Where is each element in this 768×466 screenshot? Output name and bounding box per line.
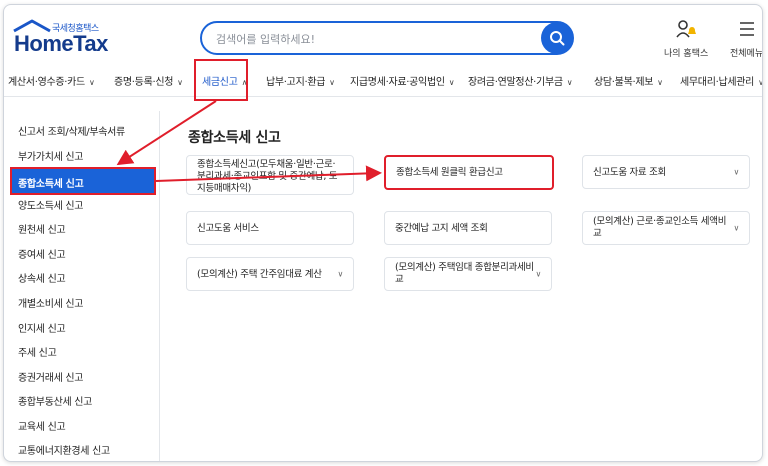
user-bell-icon [676, 20, 697, 38]
sidebar-item-gift-tax[interactable]: 증여세 신고 [18, 246, 66, 261]
card-sim-rental-comparison[interactable]: (모의계산) 주택임대 종합분리과세비 교 ∨ [384, 257, 552, 291]
all-menu-label: 전체메뉴 [730, 49, 763, 59]
sidebar-item-consumption[interactable]: 개별소비세 신고 [18, 295, 83, 310]
nav-item-tax-agent[interactable]: 세무대리·납세관리∨ [680, 73, 762, 88]
sidebar-item-income-tax[interactable]: 종합소득세 신고 [10, 167, 156, 195]
chevron-down-icon: ∨ [758, 78, 762, 87]
sidebar-item-inheritance[interactable]: 상속세 신고 [18, 270, 66, 285]
hometax-logo[interactable]: 국세청홈택스 HomeTax [10, 19, 140, 59]
sidebar-item-securities[interactable]: 증권거래세 신고 [18, 369, 83, 384]
my-hometax-button[interactable]: 나의 홈택스 [664, 19, 708, 59]
logo-title: HomeTax [14, 31, 108, 56]
card-filing-help-service[interactable]: 신고도움 서비스 [186, 211, 354, 245]
nav-item-incentive[interactable]: 장려금·연말정산·기부금 ∨ [468, 73, 573, 88]
browser-frame: 국세청홈택스 HomeTax 검색어를 입력하세요! 나의 홈택스 전체메뉴 계 [3, 4, 763, 462]
main-nav: 계산서·영수증·카드 ∨ 증명·등록·신청 ∨ 세금신고 ∧ 납부·고지·환급 ∨ 지급… [4, 63, 762, 97]
my-hometax-label: 나의 홈택스 [664, 49, 709, 59]
hamburger-menu-icon [739, 22, 754, 36]
chevron-down-icon: ∨ [733, 223, 739, 233]
sidebar-item-education-tax[interactable]: 교육세 신고 [18, 418, 66, 433]
nav-item-statement[interactable]: 지급명세·자료·공익법인 ∨ [350, 73, 455, 88]
chevron-down-icon: ∨ [733, 167, 739, 177]
chevron-down-icon: ∨ [535, 269, 541, 279]
chevron-down-icon: ∨ [329, 78, 335, 87]
card-income-tax-filing[interactable]: 종합소득세신고(모두채움·일반·근로· 분리과세·종교인포함 및 중간예납, 토… [186, 155, 354, 195]
sidebar-item-property-tax[interactable]: 종합부동산세 신고 [18, 393, 92, 408]
nav-item-consulting[interactable]: 상담·불복·제보 ∨ [594, 73, 663, 88]
sidebar-item-withholding[interactable]: 원천세 신고 [18, 221, 66, 236]
nav-highlight-box [194, 59, 248, 101]
nav-item-payment[interactable]: 납부·고지·환급 ∨ [266, 73, 335, 88]
sidebar-item-vat[interactable]: 부가가치세 신고 [18, 148, 83, 163]
card-interim-tax-lookup[interactable]: 중간예납 고지 세액 조회 [384, 211, 552, 245]
search-input[interactable]: 검색어를 입력하세요! [216, 31, 315, 47]
chevron-down-icon: ∨ [177, 78, 183, 87]
chevron-down-icon: ∨ [337, 269, 343, 279]
page-title: 종합소득세 신고 [188, 130, 281, 146]
sidebar-item-stamp-tax[interactable]: 인지세 신고 [18, 320, 66, 335]
card-filing-help-data[interactable]: 신고도움 자료 조회 ∨ [582, 155, 750, 189]
search-bar[interactable]: 검색어를 입력하세요! [200, 21, 574, 55]
nav-item-certificate[interactable]: 증명·등록·신청 ∨ [114, 73, 183, 88]
sidebar-item-label: 종합소득세 신고 [18, 179, 84, 190]
card-sim-labor-tax[interactable]: (모의계산) 근로·종교인소득 세액비 교 ∨ [582, 211, 750, 245]
all-menu-button[interactable]: 전체메뉴 [730, 19, 763, 59]
card-one-click-refund[interactable]: 종합소득세 원클릭 환급신고 [384, 155, 554, 190]
chevron-down-icon: ∨ [566, 78, 573, 87]
sidebar-item-transfer-tax[interactable]: 양도소득세 신고 [18, 197, 83, 212]
sidebar [4, 111, 160, 461]
chevron-down-icon: ∨ [657, 78, 663, 87]
search-button[interactable] [541, 22, 573, 54]
sidebar-item-liquor-tax[interactable]: 주세 신고 [18, 344, 57, 359]
nav-item-invoice[interactable]: 계산서·영수증·카드 ∨ [8, 73, 95, 88]
chevron-down-icon: ∨ [88, 78, 95, 87]
sidebar-item-lookup[interactable]: 신고서 조회/삭제/부속서류 [18, 123, 125, 138]
chevron-down-icon: ∨ [448, 78, 455, 87]
card-sim-rent-deposit[interactable]: (모의계산) 주택 간주임대료 계산 ∨ [186, 257, 354, 291]
search-icon [550, 31, 565, 46]
sidebar-item-energy-tax[interactable]: 교통에너지환경세 신고 [18, 442, 110, 457]
